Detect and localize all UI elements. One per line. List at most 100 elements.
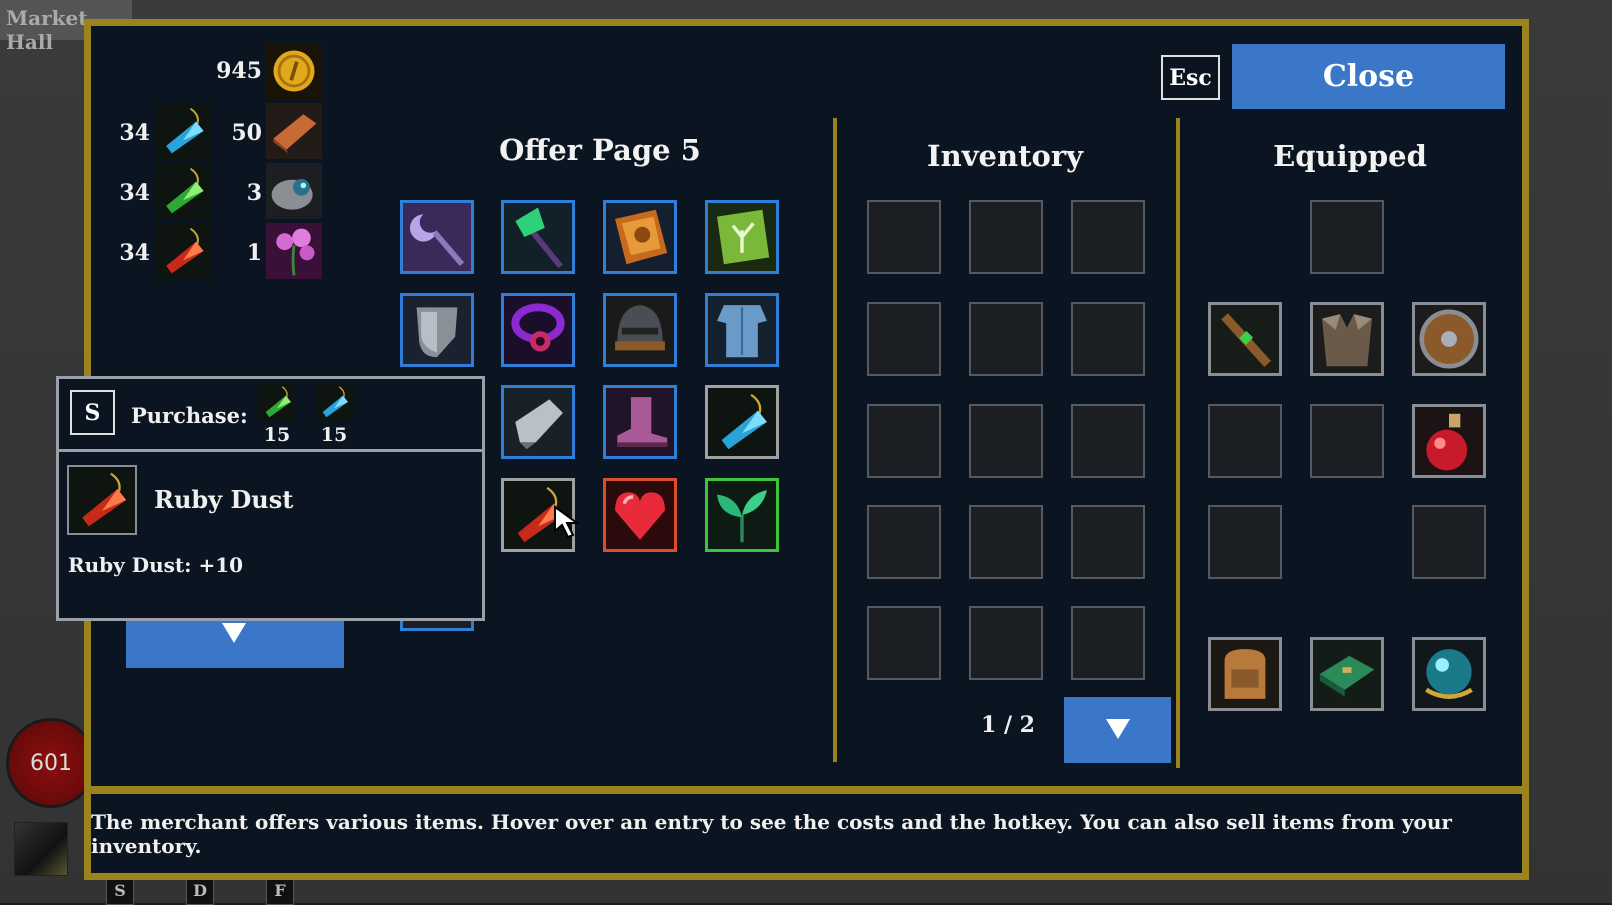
tooltip-item-effect: Ruby Dust: +10: [68, 553, 244, 577]
gold-coin-icon: [266, 43, 322, 99]
equip-slot-empty-3[interactable]: [1208, 505, 1282, 579]
offer-item-blue-crystal[interactable]: [705, 385, 779, 459]
offer-item-heart-gem[interactable]: [603, 478, 677, 552]
offer-item-iron-helmet[interactable]: [603, 293, 677, 367]
offer-item-crescent-staff[interactable]: [400, 200, 474, 274]
offer-item-tree-book[interactable]: [705, 200, 779, 274]
offer-page-title: Offer Page 5: [499, 133, 701, 167]
help-text: The merchant offers various items. Hover…: [91, 809, 1452, 858]
blue-crystal-count: 34: [119, 120, 150, 146]
purchase-label: Purchase:: [131, 403, 248, 428]
cost-blue-crystal-icon: [315, 383, 353, 421]
equip-slot-bag[interactable]: [1208, 637, 1282, 711]
green-crystal-count: 34: [119, 180, 150, 206]
inventory-slot[interactable]: [1071, 606, 1145, 680]
chest-armor-icon: [708, 296, 776, 364]
inventory-title: Inventory: [927, 139, 1083, 173]
health-orb: 601: [6, 718, 96, 808]
equip-slot-weapon[interactable]: [1208, 302, 1282, 376]
equip-slot-offhand[interactable]: [1412, 302, 1486, 376]
emerald-wand-icon: [504, 203, 572, 271]
mouse-cursor-icon: [553, 505, 583, 539]
inventory-slot[interactable]: [1071, 302, 1145, 376]
blue-crystal-icon: [155, 103, 211, 159]
kite-shield-icon: [403, 296, 471, 364]
offer-item-leaf-sprout[interactable]: [705, 478, 779, 552]
tooltip-divider: [56, 449, 485, 452]
equip-slot-empty-2[interactable]: [1310, 404, 1384, 478]
hotkey-f: F: [266, 878, 294, 905]
inventory-next-page-button[interactable]: [1064, 697, 1171, 763]
equipped-title: Equipped: [1273, 139, 1427, 173]
skill-slot[interactable]: [14, 822, 68, 876]
pink-flower-count: 1: [246, 240, 262, 266]
inventory-slot[interactable]: [969, 302, 1043, 376]
inventory-slot[interactable]: [867, 505, 941, 579]
inventory-slot[interactable]: [867, 404, 941, 478]
wooden-staff-icon: [1211, 305, 1279, 373]
equip-slot-body[interactable]: [1310, 302, 1384, 376]
crystal-orb-icon: [1415, 640, 1483, 708]
inventory-divider: [833, 118, 837, 762]
inventory-slot[interactable]: [867, 200, 941, 274]
equipped-divider: [1176, 118, 1180, 768]
help-footer: The merchant offers various items. Hover…: [84, 787, 1529, 880]
inventory-slot[interactable]: [969, 606, 1043, 680]
inventory-slot[interactable]: [1071, 505, 1145, 579]
red-crystal-count: 34: [119, 240, 150, 266]
offer-item-emerald-wand[interactable]: [501, 200, 575, 274]
equip-slot-chest[interactable]: [1310, 637, 1384, 711]
tooltip-item-name: Ruby Dust: [154, 485, 294, 514]
tree-book-icon: [708, 203, 776, 271]
offer-item-spell-tome[interactable]: [603, 200, 677, 274]
inventory-page-indicator: 1 / 2: [981, 712, 1035, 738]
tooltip-item-icon: [67, 465, 137, 535]
cost-green-crystal-icon: [258, 383, 296, 421]
iron-helmet-icon: [606, 296, 674, 364]
green-chest-icon: [1313, 640, 1381, 708]
spell-tome-icon: [606, 203, 674, 271]
inventory-slot[interactable]: [969, 404, 1043, 478]
pink-boot-icon: [606, 388, 674, 456]
offer-item-pink-boot[interactable]: [603, 385, 677, 459]
equip-slot-empty-4[interactable]: [1412, 505, 1486, 579]
hotkey-d: D: [186, 878, 214, 905]
purple-amulet-icon: [504, 296, 572, 364]
inventory-slot[interactable]: [969, 200, 1043, 274]
offer-item-gauntlet[interactable]: [501, 385, 575, 459]
blue-crystal-icon: [708, 388, 776, 456]
close-button[interactable]: Close: [1232, 44, 1505, 109]
copper-bar-count: 50: [231, 120, 262, 146]
esc-key-hint[interactable]: Esc: [1161, 55, 1220, 100]
inventory-slot[interactable]: [867, 302, 941, 376]
offer-item-chest-armor[interactable]: [705, 293, 779, 367]
green-crystal-icon: [155, 163, 211, 219]
cost-blue-crystal-amount: 15: [320, 424, 348, 446]
gauntlet-icon: [504, 388, 572, 456]
arrow-down-icon: [1106, 719, 1130, 739]
round-shield-icon: [1415, 305, 1483, 373]
hotkey-s: S: [106, 878, 134, 905]
red-crystal-icon: [69, 467, 135, 533]
gold-count: 945: [216, 58, 262, 84]
leaf-sprout-icon: [708, 481, 776, 549]
cost-green-crystal-amount: 15: [263, 424, 291, 446]
heart-gem-icon: [606, 481, 674, 549]
crescent-staff-icon: [403, 203, 471, 271]
equip-slot-head[interactable]: [1310, 200, 1384, 274]
equip-slot-orb[interactable]: [1412, 637, 1486, 711]
offer-item-purple-amulet[interactable]: [501, 293, 575, 367]
inventory-slot[interactable]: [1071, 404, 1145, 478]
inventory-slot[interactable]: [1071, 200, 1145, 274]
inventory-slot[interactable]: [969, 505, 1043, 579]
inventory-slot[interactable]: [867, 606, 941, 680]
red-potion-icon: [1415, 407, 1483, 475]
pink-flower-icon: [266, 223, 322, 279]
stone-orb-count: 3: [246, 180, 262, 206]
red-crystal-icon: [155, 223, 211, 279]
copper-bar-icon: [266, 103, 322, 159]
backpack-icon: [1211, 640, 1279, 708]
equip-slot-empty-1[interactable]: [1208, 404, 1282, 478]
equip-slot-potion[interactable]: [1412, 404, 1486, 478]
offer-item-kite-shield[interactable]: [400, 293, 474, 367]
